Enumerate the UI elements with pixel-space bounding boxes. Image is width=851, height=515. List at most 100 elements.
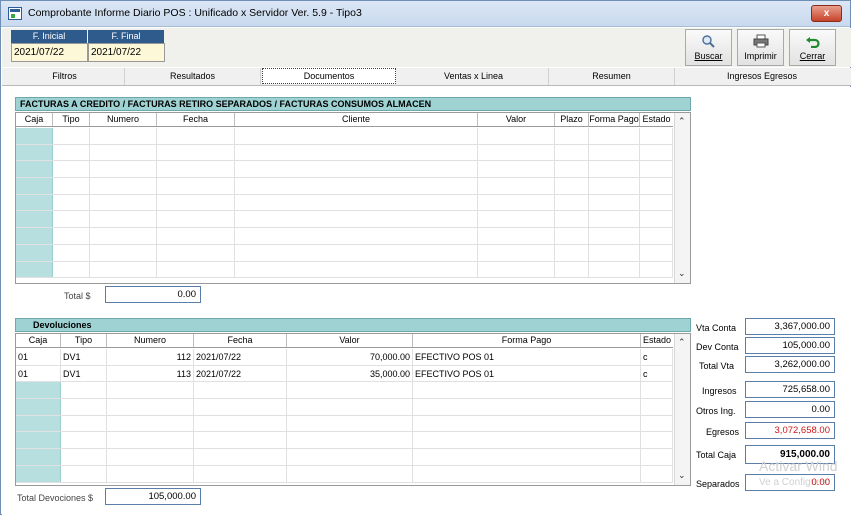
- search-button[interactable]: Buscar: [685, 29, 732, 66]
- otros-ingresos-label: Otros Ing.: [696, 406, 736, 416]
- facturas-total-label: Total $: [64, 291, 91, 301]
- scroll-down-arrow-icon[interactable]: ⌄: [678, 268, 686, 279]
- table-cell: [589, 178, 640, 194]
- devoluciones-col-estado: Estado: [642, 335, 672, 345]
- table-row[interactable]: [16, 465, 673, 483]
- facturas-col-plazo: Plazo: [555, 113, 589, 126]
- table-cell: [16, 261, 53, 278]
- table-cell: [90, 244, 157, 261]
- facturas-grid[interactable]: Caja Tipo Numero Fecha Cliente Valor Pla…: [15, 112, 691, 284]
- printer-icon: [753, 34, 768, 48]
- close-button[interactable]: Cerrar: [789, 29, 836, 66]
- app-window: Comprobante Informe Diario POS : Unifica…: [0, 0, 851, 515]
- table-cell: [16, 144, 53, 161]
- table-cell: [413, 432, 641, 449]
- end-date-field[interactable]: 2021/07/22: [88, 43, 165, 62]
- table-cell: [90, 161, 157, 178]
- facturas-scrollbar[interactable]: ⌃ ⌄: [674, 113, 690, 283]
- table-cell: [107, 382, 194, 399]
- magnifier-icon: [701, 35, 715, 48]
- facturas-grid-header: Caja Tipo Numero Fecha Cliente Valor Pla…: [16, 113, 673, 127]
- table-cell: [16, 415, 61, 432]
- devoluciones-grid-header: Caja Tipo Numero Fecha Valor Forma Pago …: [16, 334, 673, 348]
- search-button-label: Buscar: [694, 51, 723, 61]
- table-cell: [287, 465, 413, 482]
- egresos-label: Egresos: [706, 427, 740, 437]
- table-cell: [194, 432, 287, 449]
- table-cell: [589, 244, 640, 261]
- tab-ventas-x-linea[interactable]: Ventas x Linea: [399, 68, 549, 85]
- table-cell: [16, 211, 53, 228]
- tab-documentos[interactable]: Documentos: [262, 68, 396, 84]
- table-row[interactable]: [16, 211, 673, 229]
- table-cell: 2021/07/22: [194, 349, 287, 365]
- table-cell: [235, 261, 478, 278]
- table-cell: [194, 449, 287, 465]
- table-cell: c: [641, 349, 673, 365]
- scroll-up-arrow-icon[interactable]: ⌃: [678, 337, 686, 348]
- separados-label: Separados: [696, 479, 740, 489]
- tab-ingresos-egresos[interactable]: Ingresos Egresos: [675, 68, 849, 85]
- table-cell: [640, 244, 673, 261]
- devoluciones-scrollbar[interactable]: ⌃ ⌄: [674, 334, 690, 485]
- table-cell: [640, 128, 673, 144]
- scroll-up-arrow-icon[interactable]: ⌃: [678, 116, 686, 127]
- window-title: Comprobante Informe Diario POS : Unifica…: [28, 7, 362, 19]
- table-row[interactable]: [16, 194, 673, 212]
- table-row[interactable]: [16, 128, 673, 145]
- table-cell: [555, 178, 589, 194]
- table-cell: [555, 261, 589, 278]
- devoluciones-grid[interactable]: Caja Tipo Numero Fecha Valor Forma Pago …: [15, 333, 691, 486]
- table-row[interactable]: [16, 399, 673, 416]
- tab-resultados[interactable]: Resultados: [125, 68, 261, 85]
- start-date-field[interactable]: 2021/07/22: [11, 43, 88, 62]
- table-cell: [53, 178, 90, 194]
- tab-filtros[interactable]: Filtros: [5, 68, 125, 85]
- table-row[interactable]: [16, 449, 673, 466]
- table-cell: [555, 161, 589, 178]
- table-row[interactable]: 01 DV1 113 2021/07/22 35,000.00 EFECTIVO POS …: [16, 365, 673, 383]
- table-cell: [157, 178, 235, 194]
- table-cell: [16, 161, 53, 178]
- dev-conta-field: 105,000.00: [745, 337, 835, 354]
- table-row[interactable]: [16, 432, 673, 450]
- table-cell: [16, 244, 53, 261]
- table-cell: [589, 228, 640, 244]
- table-cell: [194, 415, 287, 432]
- window-close-button[interactable]: x: [811, 5, 842, 22]
- table-cell: [157, 144, 235, 161]
- scroll-down-arrow-icon[interactable]: ⌄: [678, 470, 686, 481]
- table-cell: [478, 128, 555, 144]
- table-row[interactable]: [16, 161, 673, 179]
- table-row[interactable]: 01 DV1 112 2021/07/22 70,000.00 EFECTIVO POS …: [16, 349, 673, 366]
- print-button[interactable]: Imprimir: [737, 29, 784, 66]
- table-cell: [16, 399, 61, 415]
- table-cell: 2021/07/22: [194, 365, 287, 382]
- table-cell: [90, 194, 157, 211]
- vta-conta-field: 3,367,000.00: [745, 318, 835, 335]
- table-cell: [641, 382, 673, 399]
- table-cell: [413, 399, 641, 415]
- ingresos-label: Ingresos: [702, 386, 737, 396]
- devoluciones-col-caja: Caja: [16, 334, 61, 347]
- table-row[interactable]: [16, 244, 673, 262]
- table-row[interactable]: [16, 144, 673, 162]
- facturas-col-valor: Valor: [478, 113, 555, 126]
- table-cell: [478, 211, 555, 228]
- table-cell: [157, 228, 235, 244]
- table-cell: [413, 465, 641, 482]
- table-cell: [478, 161, 555, 178]
- table-row[interactable]: [16, 178, 673, 195]
- table-cell: [90, 228, 157, 244]
- table-row[interactable]: [16, 382, 673, 400]
- table-cell: [90, 261, 157, 278]
- table-cell: [157, 211, 235, 228]
- table-row[interactable]: [16, 261, 673, 279]
- table-row[interactable]: [16, 415, 673, 433]
- tab-resumen[interactable]: Resumen: [549, 68, 675, 85]
- table-cell: [478, 244, 555, 261]
- table-cell: 113: [107, 365, 194, 382]
- table-row[interactable]: [16, 228, 673, 245]
- facturas-col-numero: Numero: [90, 113, 157, 126]
- table-cell: [53, 128, 90, 144]
